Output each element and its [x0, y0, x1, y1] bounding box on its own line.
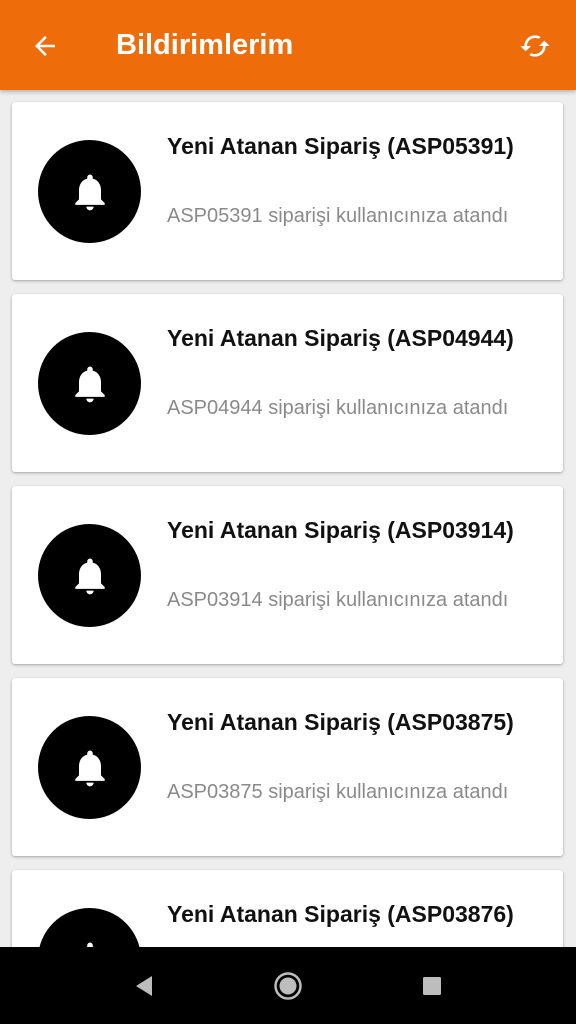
arrow-left-icon: [35, 36, 55, 56]
nav-recents-button[interactable]: [405, 959, 459, 1013]
notification-avatar: [38, 332, 141, 435]
refresh-icon: [520, 35, 550, 57]
app-bar: Bildirimlerim: [0, 0, 576, 90]
notification-avatar: [38, 140, 141, 243]
nav-recents-icon: [423, 977, 441, 995]
notification-body: ASP04944 siparişi kullanıcınıza atandı: [167, 397, 509, 419]
nav-back-icon: [136, 976, 152, 996]
notification-card[interactable]: Yeni Atanan Sipariş (ASP03914) ASP03914 …: [12, 486, 563, 664]
notification-body: ASP03875 siparişi kullanıcınıza atandı: [167, 781, 509, 803]
bell-icon: [84, 942, 95, 947]
notification-card[interactable]: Yeni Atanan Sipariş (ASP03875) ASP03875 …: [12, 678, 563, 856]
bell-icon: [74, 174, 105, 210]
notification-card[interactable]: Yeni Atanan Sipariş (ASP04944) ASP04944 …: [12, 294, 563, 472]
notification-avatar: [38, 716, 141, 819]
notification-title: Yeni Atanan Sipariş (ASP03876): [167, 901, 514, 927]
notification-body: ASP05391 siparişi kullanıcınıza atandı: [167, 205, 509, 227]
notification-title: Yeni Atanan Sipariş (ASP04944): [167, 325, 514, 351]
bell-icon: [74, 366, 105, 402]
notification-card[interactable]: Yeni Atanan Sipariş (ASP03876): [12, 870, 563, 947]
notification-title: Yeni Atanan Sipariş (ASP05391): [167, 133, 514, 159]
back-button[interactable]: [22, 23, 68, 69]
notification-card[interactable]: Yeni Atanan Sipariş (ASP05391) ASP05391 …: [12, 102, 563, 280]
notification-title: Yeni Atanan Sipariş (ASP03914): [167, 517, 514, 543]
system-navigation-bar: [0, 947, 576, 1024]
bell-icon: [74, 750, 105, 786]
notification-body: ASP03914 siparişi kullanıcınıza atandı: [167, 589, 509, 611]
notification-avatar: [38, 524, 141, 627]
nav-home-icon: [274, 972, 302, 1000]
notifications-screen: Bildirimlerim Yeni Atanan Sipariş (ASP05…: [0, 0, 576, 1024]
notification-avatar: [38, 908, 141, 947]
notification-list[interactable]: Yeni Atanan Sipariş (ASP05391) ASP05391 …: [0, 90, 576, 947]
refresh-button[interactable]: [512, 23, 558, 69]
notification-title: Yeni Atanan Sipariş (ASP03875): [167, 709, 514, 735]
bell-icon: [74, 558, 105, 594]
nav-home-button[interactable]: [261, 959, 315, 1013]
nav-back-button[interactable]: [117, 959, 171, 1013]
page-title: Bildirimlerim: [116, 29, 294, 61]
